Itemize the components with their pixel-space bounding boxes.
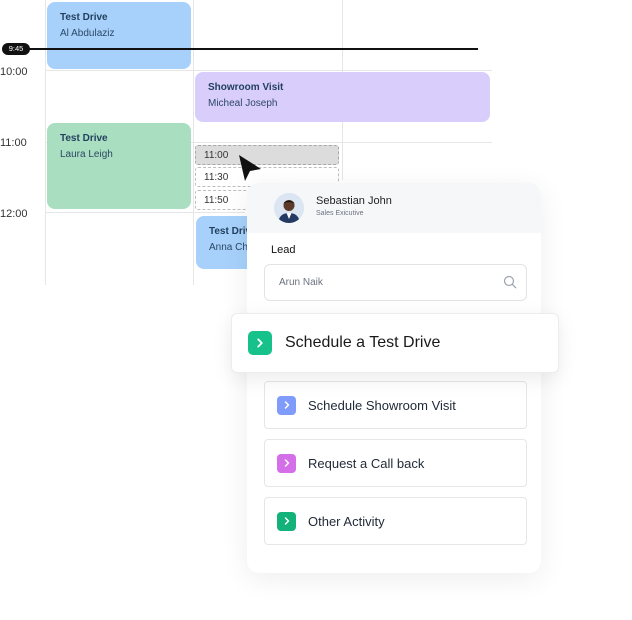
panel-header: Sebastian John Sales Exicutive [247, 183, 541, 233]
schedule-test-drive-button[interactable]: Schedule a Test Drive [231, 313, 559, 373]
option-label: Request a Call back [308, 455, 425, 471]
chevron-right-icon [277, 395, 296, 415]
event-title: Showroom Visit [208, 82, 284, 93]
grid-line [45, 212, 245, 213]
event-title: Test Drive [60, 133, 108, 144]
request-call-back-button[interactable]: Request a Call back [264, 439, 527, 487]
option-label: Other Activity [308, 513, 385, 529]
event-test-drive[interactable]: Test Drive Al Abdulaziz [47, 2, 191, 69]
event-title: Test Drive [60, 12, 108, 23]
cursor-arrow-icon [239, 155, 261, 181]
current-time-badge: 9:45 [2, 43, 30, 55]
chevron-right-icon [277, 453, 296, 473]
schedule-showroom-visit-button[interactable]: Schedule Showroom Visit [264, 381, 527, 429]
time-label: 11:00 [0, 137, 27, 149]
event-showroom-visit[interactable]: Showroom Visit Micheal Joseph [195, 72, 490, 122]
time-label: 10:00 [0, 66, 28, 78]
time-label: 12:00 [0, 208, 28, 220]
avatar [274, 193, 304, 223]
event-customer: Anna Chen [209, 242, 256, 253]
avatar-person-icon [274, 193, 304, 223]
event-customer: Micheal Joseph [208, 98, 278, 109]
event-test-drive[interactable]: Test Drive Laura Leigh [47, 123, 191, 209]
grid-line [45, 70, 492, 71]
event-customer: Laura Leigh [60, 149, 113, 160]
search-icon[interactable] [503, 275, 517, 289]
event-title: Test Drive [209, 226, 256, 237]
user-role: Sales Exicutive [316, 210, 364, 217]
lead-search-input[interactable] [264, 264, 527, 301]
option-label: Schedule Showroom Visit [308, 397, 456, 413]
chevron-right-icon [248, 331, 272, 355]
chevron-right-icon [277, 511, 296, 531]
option-label: Schedule a Test Drive [285, 334, 441, 351]
other-activity-button[interactable]: Other Activity [264, 497, 527, 545]
current-time-line [28, 48, 478, 50]
time-slot[interactable]: 11:00 [195, 145, 339, 165]
event-customer: Al Abdulaziz [60, 28, 115, 39]
user-name: Sebastian John [316, 195, 392, 207]
lead-label: Lead [271, 244, 296, 256]
